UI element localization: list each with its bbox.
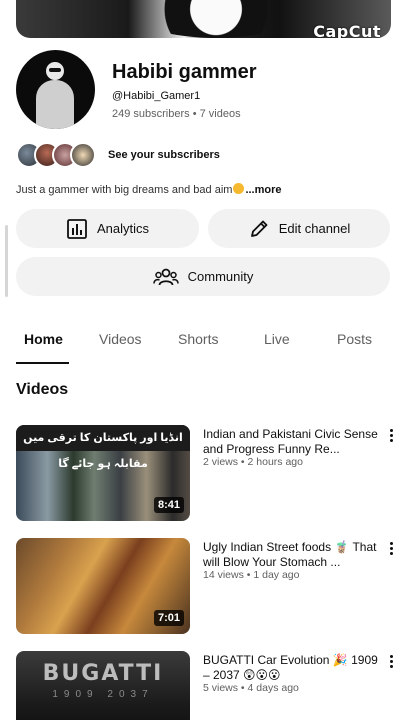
pencil-icon (250, 220, 268, 237)
smiling-face-emoji-icon (233, 183, 245, 194)
channel-tabs: Home Videos Shorts Live Posts (0, 320, 407, 364)
thumbnail-caption: انڈیا اور پاکستان کا ترقی میں مقابلہ ہو … (16, 425, 190, 470)
video-title[interactable]: Indian and Pakistani Civic Sense and Pro… (203, 427, 379, 456)
edit-channel-label: Edit channel (278, 221, 351, 236)
people-icon (152, 268, 179, 285)
channel-stats: 249 subscribers • 7 videos (112, 108, 241, 120)
channel-description[interactable]: Just a gammer with big dreams and bad ai… (16, 183, 282, 196)
analytics-icon (67, 218, 87, 239)
video-thumbnail[interactable]: BUGATTI 1909 2037 (16, 651, 190, 720)
tab-posts[interactable]: Posts (337, 331, 372, 347)
video-thumbnail[interactable]: 7:01 (16, 538, 190, 634)
video-item[interactable]: BUGATTI 1909 2037 BUGATTI Car Evolution … (16, 651, 393, 720)
videos-section-title: Videos (16, 381, 69, 398)
video-meta: 2 views • 2 hours ago (203, 456, 303, 468)
description-text: Just a gammer with big dreams and bad ai… (16, 184, 233, 196)
see-subscribers-link[interactable]: See your subscribers (108, 149, 220, 161)
video-title[interactable]: BUGATTI Car Evolution 🎉 1909 – 2037 😲😮😮 (203, 653, 379, 682)
tab-videos[interactable]: Videos (99, 331, 142, 347)
subscriber-avatar (70, 142, 96, 168)
description-more-link[interactable]: ...more (245, 184, 281, 196)
more-options-icon[interactable] (386, 655, 396, 671)
channel-banner: CapCut (16, 0, 391, 38)
tab-live[interactable]: Live (264, 331, 290, 347)
channel-name: Habibi gammer (112, 61, 257, 83)
more-options-icon[interactable] (386, 542, 396, 558)
capcut-watermark: CapCut (313, 22, 381, 38)
video-item[interactable]: انڈیا اور پاکستان کا ترقی میں مقابلہ ہو … (16, 425, 393, 521)
avatar-sunglasses (49, 68, 61, 72)
more-options-icon[interactable] (386, 429, 396, 445)
thumbnail-subcaption: 1909 2037 (52, 689, 154, 700)
active-tab-indicator (16, 362, 69, 364)
channel-handle: @Habibi_Gamer1 (112, 90, 201, 102)
video-thumbnail[interactable]: انڈیا اور پاکستان کا ترقی میں مقابلہ ہو … (16, 425, 190, 521)
tab-home[interactable]: Home (24, 331, 63, 347)
community-label: Community (187, 269, 254, 284)
banner-graphic (136, 0, 296, 38)
video-title[interactable]: Ugly Indian Street foods 🧋 That will Blo… (203, 540, 379, 569)
tab-shorts[interactable]: Shorts (178, 331, 218, 347)
video-duration: 7:01 (153, 610, 184, 626)
thumbnail-caption: BUGATTI (42, 661, 164, 686)
analytics-button[interactable]: Analytics (16, 209, 199, 248)
analytics-label: Analytics (96, 221, 150, 236)
video-meta: 14 views • 1 day ago (203, 569, 300, 581)
video-item[interactable]: 7:01 Ugly Indian Street foods 🧋 That wil… (16, 538, 393, 634)
video-meta: 5 views • 4 days ago (203, 682, 299, 694)
channel-avatar[interactable] (16, 50, 95, 129)
community-button[interactable]: Community (16, 257, 390, 296)
scrollbar[interactable] (5, 225, 8, 297)
avatar-figure (36, 80, 74, 129)
edit-channel-button[interactable]: Edit channel (208, 209, 390, 248)
video-duration: 8:41 (153, 497, 184, 513)
subscribers-row[interactable]: See your subscribers (16, 142, 220, 168)
